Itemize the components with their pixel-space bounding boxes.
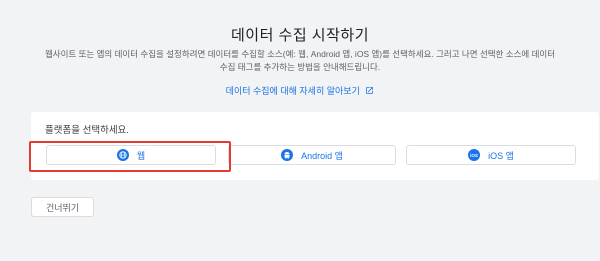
- ios-platform-button[interactable]: iOS iOS 앱: [406, 145, 576, 165]
- android-platform-button[interactable]: Android 앱: [228, 145, 396, 165]
- header: 데이터 수집 시작하기 웹사이트 또는 앱의 데이터 수집을 설정하려면 데이터…: [0, 0, 600, 125]
- learn-more-label: 데이터 수집에 대해 자세히 알아보기: [225, 86, 360, 96]
- svg-text:iOS: iOS: [470, 153, 478, 158]
- page-title: 데이터 수집 시작하기: [230, 27, 370, 44]
- android-icon: [281, 149, 294, 161]
- learn-more-link[interactable]: 데이터 수집에 대해 자세히 알아보기: [0, 84, 600, 97]
- globe-icon: [116, 149, 129, 161]
- web-platform-label: 웹: [136, 150, 146, 161]
- android-platform-label: Android 앱: [301, 150, 343, 161]
- platform-prompt: 플랫폼을 선택하세요.: [45, 125, 129, 136]
- page-description: 웹사이트 또는 앱의 데이터 수집을 설정하려면 데이터를 수집할 소스(예: …: [44, 49, 556, 72]
- skip-button[interactable]: 건너뛰기: [31, 197, 94, 217]
- external-link-icon: [365, 86, 374, 97]
- ios-icon: iOS: [468, 149, 481, 161]
- web-platform-button[interactable]: 웹: [46, 145, 216, 165]
- ios-platform-label: iOS 앱: [488, 150, 514, 161]
